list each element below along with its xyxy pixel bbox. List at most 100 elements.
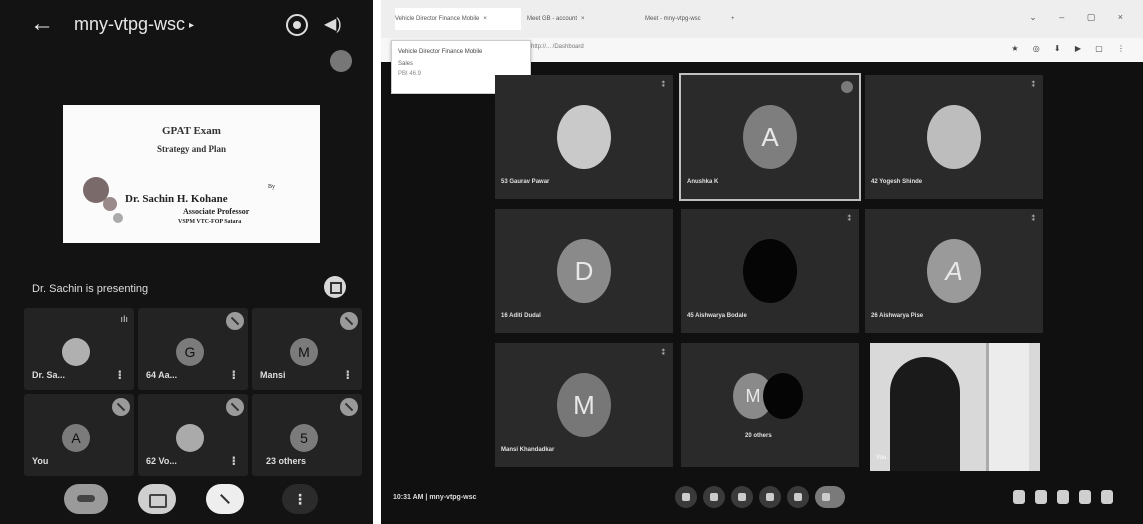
self-avatar	[330, 50, 352, 72]
audio-indicator-icon: ⁑	[1031, 82, 1036, 89]
close-tab-icon[interactable]: ×	[581, 16, 585, 22]
more-options-button[interactable]	[787, 486, 809, 508]
slide-by-text: By	[268, 184, 276, 190]
back-arrow-icon[interactable]: ←	[30, 10, 54, 38]
participant-name: Anushka K	[687, 179, 719, 185]
muted-icon	[226, 312, 244, 330]
participant-avatar: G	[176, 338, 204, 366]
participant-avatar	[176, 424, 204, 452]
muted-icon	[340, 398, 358, 416]
others-tile[interactable]: 5 23 others	[252, 394, 362, 476]
participant-name: 45 Aishwarya Bodale	[687, 313, 747, 319]
participant-tile[interactable]: ⁑ 53 Gaurav Pawar	[495, 75, 673, 199]
more-options-icon[interactable]: ⁝	[231, 368, 236, 382]
presenting-status: Dr. Sachin is presenting	[32, 283, 149, 295]
more-options-icon[interactable]: ⁝	[117, 368, 122, 382]
participant-tile[interactable]: ⁑ A 26 Aishwarya Pise	[865, 209, 1043, 333]
participant-tile[interactable]: ⁑ 45 Aishwarya Bodale	[681, 209, 859, 333]
participant-avatar-stack	[763, 373, 803, 419]
meeting-code-dropdown[interactable]: mny-vtpg-wsc ▸	[74, 14, 194, 35]
more-options-icon[interactable]: ⁝	[231, 454, 236, 468]
info-icon[interactable]	[1013, 490, 1025, 504]
muted-icon	[112, 398, 130, 416]
people-icon[interactable]	[1035, 490, 1047, 504]
audio-indicator-icon: ⁑	[1031, 216, 1036, 223]
mic-toggle-button[interactable]	[206, 484, 244, 514]
participant-tile[interactable]: M Mansi ⁝	[252, 308, 362, 390]
participant-name: Dr. Sa...	[32, 370, 66, 380]
activities-icon[interactable]	[1079, 490, 1091, 504]
participant-tile[interactable]: ⁑ 42 Yogesh Shinde	[865, 75, 1043, 199]
muted-icon	[340, 312, 358, 330]
participant-name: 53 Gaurav Pawar	[501, 179, 550, 185]
participant-avatar	[557, 105, 611, 169]
participant-tile[interactable]: ⁑ M Mansi Khandadkar	[495, 343, 673, 467]
slide-presenter-name: Dr. Sachin H. Kohane	[125, 193, 228, 205]
participant-tile[interactable]: 62 Vo... ⁝	[138, 394, 248, 476]
window-controls[interactable]: ⌄ – ▢ ×	[1029, 12, 1133, 23]
camera-button[interactable]	[703, 486, 725, 508]
participant-name: 16 Aditi Dudal	[501, 313, 541, 319]
self-video-person	[890, 357, 960, 471]
audio-indicator-icon: ıIı	[120, 314, 128, 324]
background-door	[986, 343, 1029, 471]
slide-title: GPAT Exam	[162, 125, 221, 137]
present-button[interactable]	[759, 486, 781, 508]
browser-tab[interactable]: Meet GB - account ×	[527, 8, 639, 30]
chat-icon[interactable]	[1057, 490, 1069, 504]
participant-name: You	[32, 456, 49, 466]
host-controls-icon[interactable]	[1101, 490, 1113, 504]
desktop-meet-panel: Vehicle Director Finance Mobile × Meet GB…	[381, 0, 1143, 524]
participant-name: 26 Aishwarya Pise	[871, 313, 924, 319]
participant-avatar	[743, 239, 797, 303]
end-call-button[interactable]	[815, 486, 845, 508]
speaker-icon[interactable]: ◀)	[324, 14, 342, 34]
browser-tab[interactable]: Vehicle Director Finance Mobile ×	[395, 8, 521, 30]
fullscreen-button[interactable]	[324, 276, 346, 298]
participant-name: Mansi	[260, 370, 286, 380]
participant-avatar: A	[927, 239, 981, 303]
participant-tile[interactable]: D 16 Aditi Dudal	[495, 209, 673, 333]
camera-toggle-button[interactable]	[138, 484, 176, 514]
participant-name: 64 Aa...	[146, 370, 178, 380]
new-tab-button[interactable]: +	[731, 8, 771, 30]
browser-tab-bar: Vehicle Director Finance Mobile × Meet GB…	[381, 0, 1143, 38]
tooltip-memory: PBI 46.9	[398, 71, 422, 77]
presentation-slide: GPAT Exam Strategy and Plan By Dr. Sachi…	[63, 105, 320, 243]
participant-avatar: M	[290, 338, 318, 366]
more-options-button[interactable]: ⋮	[282, 484, 318, 514]
self-video-tile[interactable]: You	[870, 343, 1040, 471]
tooltip-subtitle: Sales	[398, 61, 414, 67]
end-call-button[interactable]	[64, 484, 108, 514]
participant-name: 42 Yogesh Shinde	[871, 179, 923, 185]
tab-label: +	[731, 16, 735, 22]
meeting-time-and-code: 10:31 AM | mny-vtpg-wsc	[393, 494, 477, 501]
slide-decoration	[113, 213, 123, 223]
self-label: You	[876, 455, 887, 461]
captions-button[interactable]	[731, 486, 753, 508]
url-text: http://... /Dashboard	[531, 44, 584, 50]
audio-indicator-icon: ⁑	[847, 216, 852, 223]
muted-icon	[226, 398, 244, 416]
participant-tile[interactable]: A You	[24, 394, 134, 476]
more-options-icon[interactable]: ⁝	[345, 368, 350, 382]
slide-institution: VSPM VTC-FOP Satara	[178, 219, 242, 225]
participant-tile[interactable]: ıIı Dr. Sa... ⁝	[24, 308, 134, 390]
participant-avatar: A	[62, 424, 90, 452]
participant-avatar: M	[557, 373, 611, 437]
others-tile[interactable]: M 20 others	[681, 343, 859, 467]
others-count: 20 others	[745, 433, 772, 439]
phone-top-bar: ← mny-vtpg-wsc ▸ ◀)	[0, 0, 373, 72]
mic-button[interactable]	[675, 486, 697, 508]
switch-camera-icon[interactable]	[286, 14, 308, 36]
participant-tile[interactable]: G 64 Aa... ⁝	[138, 308, 248, 390]
browser-tab[interactable]: Meet - mny-vtpg-wsc	[645, 8, 725, 30]
participant-tile[interactable]: A Anushka K	[679, 73, 861, 201]
participant-avatar: D	[557, 239, 611, 303]
tab-label: Meet GB - account	[527, 16, 578, 22]
slide-presenter-role: Associate Professor	[183, 207, 250, 216]
participant-avatar: A	[743, 105, 797, 169]
close-tab-icon[interactable]: ×	[483, 16, 487, 22]
audio-indicator-icon: ⁑	[661, 82, 666, 89]
browser-toolbar-icons[interactable]: ★ ◎ ⬇ ▶ ▢ ⋮	[1011, 44, 1131, 53]
